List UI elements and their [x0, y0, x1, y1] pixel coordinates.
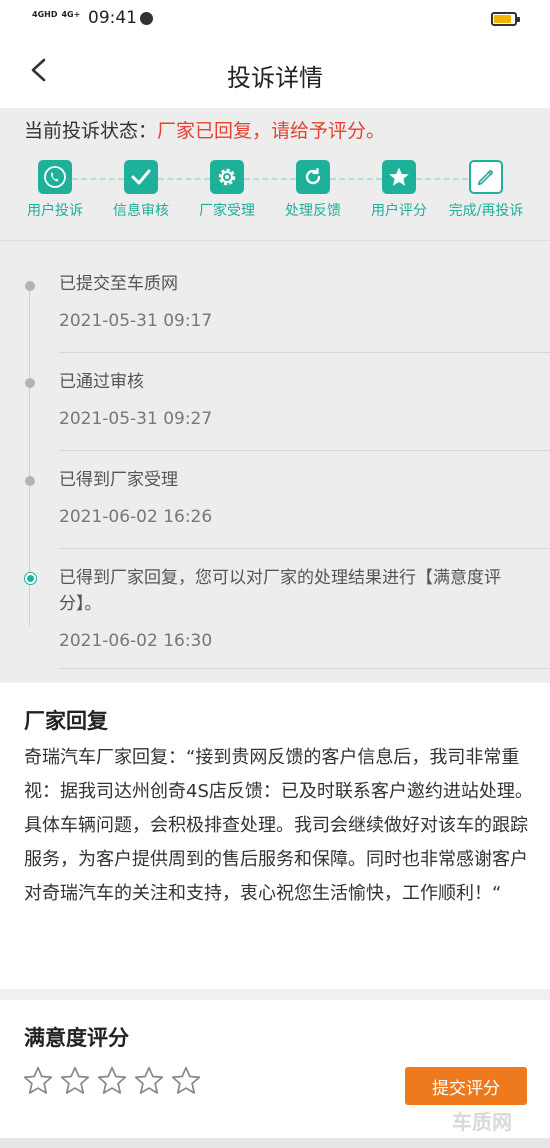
bottom-divider — [0, 1138, 550, 1148]
status-time: 09:41 — [88, 8, 137, 28]
step-feedback: 处理反馈 — [273, 160, 353, 220]
timeline-text: 已提交至车质网 — [59, 274, 178, 294]
star-icon[interactable] — [59, 1065, 91, 1097]
timeline-dot — [25, 378, 35, 388]
timeline-time: 2021-06-02 16:26 — [59, 507, 213, 527]
refresh-icon — [296, 160, 330, 194]
check-icon — [124, 160, 158, 194]
watermark: 车质网 — [452, 1110, 512, 1134]
timeline-item: 已通过审核 2021-05-31 09:27 — [59, 369, 550, 451]
step-label: 用户评分 — [371, 203, 427, 219]
network-label-2: 4G+ — [61, 10, 81, 19]
star-icon — [382, 160, 416, 194]
reply-heading: 厂家回复 — [24, 709, 108, 733]
rating-heading: 满意度评分 — [24, 1026, 129, 1050]
nav-bar: 投诉详情 — [0, 38, 550, 108]
manufacturer-reply: 厂家回复 奇瑞汽车厂家回复：“接到贵网反馈的客户信息后，我司非常重视：据我司达州… — [0, 683, 550, 989]
network-indicator: 4GHD 4G+ — [32, 11, 84, 19]
step-complete: 完成/再投诉 — [443, 160, 529, 220]
star-icon[interactable] — [170, 1065, 202, 1097]
timeline-time: 2021-05-31 09:27 — [59, 409, 213, 429]
step-label: 处理反馈 — [285, 203, 341, 219]
timeline-text: 已通过审核 — [59, 372, 144, 392]
gear-icon — [210, 160, 244, 194]
status-value: 厂家已回复，请给予评分。 — [157, 120, 386, 142]
step-label: 用户投诉 — [27, 203, 83, 219]
satisfaction-rating: 满意度评分 提交评分 车质网 — [0, 1000, 550, 1148]
page-title: 投诉详情 — [227, 64, 323, 92]
timeline-item: 已得到厂家受理 2021-06-02 16:26 — [59, 467, 550, 549]
phone-icon — [38, 160, 72, 194]
status-label: 当前投诉状态： — [24, 120, 158, 142]
step-label: 完成/再投诉 — [448, 203, 524, 219]
timeline-text: 已得到厂家回复，您可以对厂家的处理结果进行【满意度评分】。 — [59, 568, 501, 614]
step-info-review: 信息审核 — [101, 160, 181, 220]
step-user-rating: 用户评分 — [359, 160, 439, 220]
step-manufacturer-accept: 厂家受理 — [187, 160, 267, 220]
timeline-dot — [25, 281, 35, 291]
timeline: 已提交至车质网 2021-05-31 09:17 已通过审核 2021-05-3… — [0, 240, 550, 682]
progress-steps: 当前投诉状态：厂家已回复，请给予评分。 用户投诉 信息审核 厂家受理 处理反馈 … — [0, 108, 550, 240]
battery-icon — [491, 12, 520, 26]
timeline-dot — [25, 476, 35, 486]
step-label: 信息审核 — [113, 203, 169, 219]
submit-rating-button[interactable]: 提交评分 — [405, 1067, 527, 1105]
network-label-1: 4GHD — [32, 10, 58, 19]
pen-icon — [469, 160, 503, 194]
star-rating — [22, 1065, 202, 1097]
timeline-time: 2021-05-31 09:17 — [59, 311, 213, 331]
timeline-text: 已得到厂家受理 — [59, 470, 178, 490]
reply-body: 奇瑞汽车厂家回复：“接到贵网反馈的客户信息后，我司非常重视：据我司达州创奇4S店… — [24, 747, 533, 904]
notification-icon — [140, 12, 153, 25]
complaint-status: 当前投诉状态：厂家已回复，请给予评分。 — [24, 116, 385, 143]
step-label: 厂家受理 — [199, 203, 255, 219]
timeline-item: 已得到厂家回复，您可以对厂家的处理结果进行【满意度评分】。 2021-06-02… — [59, 565, 550, 669]
status-bar: 4GHD 4G+ 09:41 — [0, 0, 550, 38]
star-icon[interactable] — [133, 1065, 165, 1097]
timeline-time: 2021-06-02 16:30 — [59, 631, 213, 651]
timeline-item: 已提交至车质网 2021-05-31 09:17 — [59, 271, 550, 353]
star-icon[interactable] — [96, 1065, 128, 1097]
star-icon[interactable] — [22, 1065, 54, 1097]
timeline-dot-active — [25, 573, 36, 584]
step-user-complaint: 用户投诉 — [15, 160, 95, 220]
